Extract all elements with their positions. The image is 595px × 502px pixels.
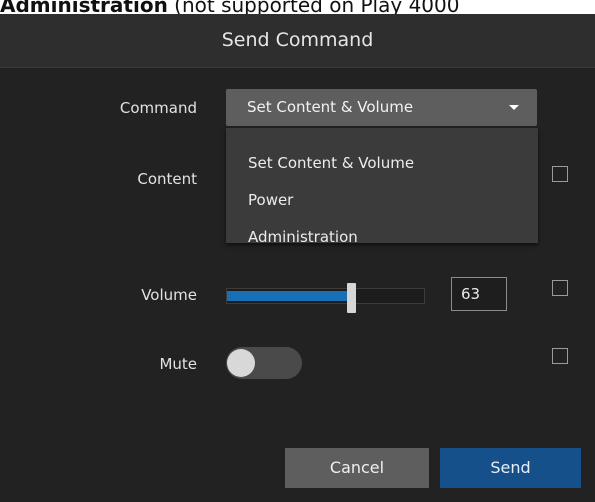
content-checkbox[interactable]: [552, 166, 568, 182]
volume-slider-fill: [227, 291, 351, 301]
volume-slider-thumb[interactable]: [347, 283, 356, 313]
dialog-title: Send Command: [0, 14, 595, 68]
command-select[interactable]: Set Content & Volume: [226, 89, 537, 126]
command-label: Command: [119, 99, 197, 117]
command-select-value: Set Content & Volume: [247, 98, 414, 116]
command-dropdown-menu: Set Content & Volume Power Administratio…: [226, 128, 538, 246]
send-command-dialog: Send Command Command Set Content & Volum…: [0, 14, 595, 502]
volume-value-input[interactable]: 63: [451, 277, 507, 311]
caret-down-icon: [509, 105, 519, 110]
mute-toggle[interactable]: [226, 347, 302, 379]
mute-label: Mute: [159, 355, 197, 373]
mute-toggle-knob: [227, 349, 255, 377]
dropdown-option-set-content-volume[interactable]: Set Content & Volume: [248, 154, 414, 172]
content-label: Content: [137, 170, 197, 188]
dropdown-option-administration[interactable]: Administration: [248, 228, 358, 246]
dropdown-option-power[interactable]: Power: [248, 191, 293, 209]
volume-label: Volume: [141, 286, 197, 304]
cancel-button[interactable]: Cancel: [285, 448, 429, 488]
send-button[interactable]: Send: [440, 448, 581, 488]
volume-checkbox[interactable]: [552, 280, 568, 296]
mute-checkbox[interactable]: [552, 348, 568, 364]
volume-slider[interactable]: [226, 288, 425, 304]
